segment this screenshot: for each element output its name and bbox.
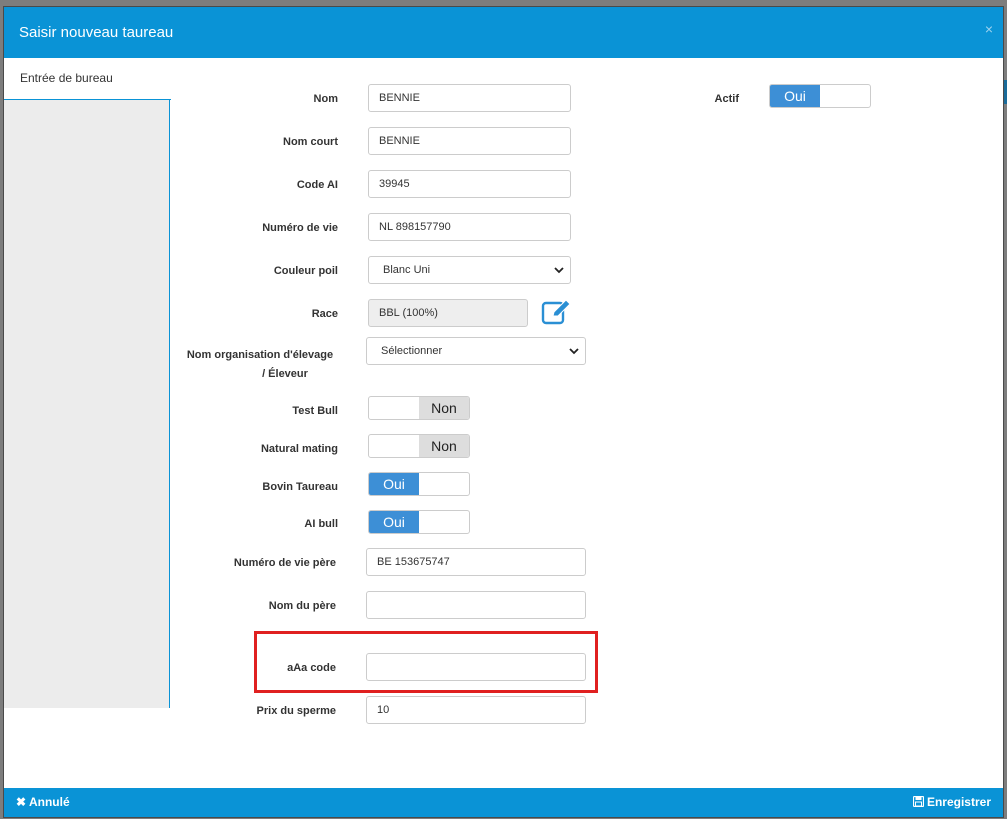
save-button[interactable]: Enregistrer bbox=[912, 795, 991, 809]
numero-vie-label: Numéro de vie bbox=[262, 222, 338, 234]
code-ai-label: Code AI bbox=[296, 179, 338, 191]
natural-mating-toggle[interactable]: Non bbox=[368, 434, 470, 458]
nom-pere-label: Nom du père bbox=[268, 600, 336, 612]
tab-entree-de-bureau[interactable]: Entrée de bureau bbox=[4, 58, 171, 100]
times-icon: ✖ bbox=[16, 795, 27, 809]
modal-dialog: Saisir nouveau taureau × Entrée de burea… bbox=[3, 6, 1004, 818]
numero-vie-pere-field[interactable]: BE 153675747 bbox=[366, 548, 586, 576]
test-bull-label: Test Bull bbox=[292, 405, 338, 417]
chevron-down-icon bbox=[554, 267, 564, 274]
chevron-down-icon bbox=[569, 348, 579, 355]
couleur-poil-value: Blanc Uni bbox=[383, 264, 431, 276]
ai-bull-label: AI bull bbox=[304, 518, 338, 530]
organisation-select[interactable]: Sélectionner bbox=[366, 337, 586, 365]
edit-race-icon[interactable] bbox=[541, 298, 573, 326]
modal-footer: ✖ Annulé Enregistrer bbox=[4, 788, 1003, 817]
bovin-taureau-toggle[interactable]: Oui bbox=[368, 472, 470, 496]
prix-sperme-field[interactable]: 10 bbox=[366, 696, 586, 724]
numero-vie-pere-label: Numéro de vie père bbox=[233, 557, 336, 569]
couleur-poil-select[interactable]: Blanc Uni bbox=[368, 256, 571, 284]
test-bull-toggle[interactable]: Non bbox=[368, 396, 470, 420]
organisation-value: Sélectionner bbox=[381, 345, 443, 357]
prix-sperme-label: Prix du sperme bbox=[256, 705, 336, 717]
organisation-label-line2: / Éleveur bbox=[262, 368, 308, 380]
floppy-disk-icon bbox=[912, 795, 924, 808]
couleur-poil-label: Couleur poil bbox=[273, 265, 338, 277]
code-ai-field[interactable]: 39945 bbox=[368, 170, 571, 198]
aaa-code-field[interactable] bbox=[366, 653, 586, 681]
bovin-taureau-toggle-on: Oui bbox=[369, 473, 419, 495]
actif-label: Actif bbox=[714, 93, 739, 105]
ai-bull-toggle[interactable]: Oui bbox=[368, 510, 470, 534]
ai-bull-toggle-on: Oui bbox=[369, 511, 419, 533]
organisation-label-line1: Nom organisation d'élevage bbox=[186, 349, 334, 361]
organisation-label: Nom organisation d'élevage / Éleveur bbox=[180, 346, 340, 384]
nom-court-label: Nom court bbox=[283, 136, 338, 148]
natural-mating-toggle-off: Non bbox=[419, 435, 469, 457]
nom-label: Nom bbox=[313, 93, 338, 105]
cancel-button-label: Annulé bbox=[28, 795, 70, 809]
nom-field[interactable]: BENNIE bbox=[368, 84, 571, 112]
save-button-label: Enregistrer bbox=[926, 795, 991, 809]
nom-court-field[interactable]: BENNIE bbox=[368, 127, 571, 155]
natural-mating-label: Natural mating bbox=[260, 443, 338, 455]
nom-pere-field[interactable] bbox=[366, 591, 586, 619]
cancel-button[interactable]: ✖ Annulé bbox=[16, 795, 70, 809]
aaa-code-label: aAa code bbox=[287, 662, 336, 674]
test-bull-toggle-off: Non bbox=[419, 397, 469, 419]
race-label: Race bbox=[311, 308, 338, 320]
modal-header: Saisir nouveau taureau × bbox=[4, 7, 1003, 58]
sidebar: Entrée de bureau bbox=[4, 58, 171, 708]
modal-title: Saisir nouveau taureau bbox=[19, 24, 174, 41]
close-icon[interactable]: × bbox=[985, 21, 993, 37]
actif-toggle[interactable]: Oui bbox=[769, 84, 871, 108]
actif-toggle-on: Oui bbox=[770, 85, 820, 107]
numero-vie-field[interactable]: NL 898157790 bbox=[368, 213, 571, 241]
bovin-taureau-label: Bovin Taureau bbox=[262, 481, 338, 493]
race-field: BBL (100%) bbox=[368, 299, 528, 327]
